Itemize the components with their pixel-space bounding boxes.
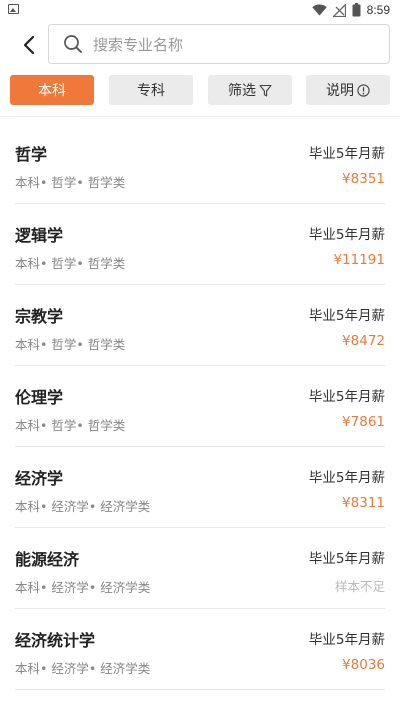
list-item[interactable]: 经济统计学 本科• 经济学• 经济学类 毕业5年月薪 ¥8036 bbox=[0, 609, 400, 690]
image-notification-icon bbox=[8, 4, 19, 14]
list-item[interactable]: 宗教学 本科• 哲学• 哲学类 毕业5年月薪 ¥8472 bbox=[0, 285, 400, 366]
salary-label: 毕业5年月薪 bbox=[308, 308, 385, 324]
signal-off-icon bbox=[332, 3, 346, 17]
major-name: 哲学 bbox=[15, 145, 48, 164]
salary-label: 毕业5年月薪 bbox=[308, 632, 385, 648]
major-name: 经济学 bbox=[15, 469, 64, 488]
tab-junior-college[interactable]: 专科 bbox=[109, 75, 193, 105]
info-icon bbox=[357, 83, 370, 97]
tab-undergraduate[interactable]: 本科 bbox=[10, 75, 94, 105]
salary-label: 毕业5年月薪 bbox=[308, 389, 385, 405]
tab-undergraduate-label: 本科 bbox=[38, 83, 66, 99]
funnel-icon bbox=[259, 84, 272, 97]
info-button[interactable]: 说明 bbox=[306, 75, 390, 105]
salary-value: ¥8036 bbox=[342, 657, 385, 673]
wifi-icon bbox=[311, 4, 327, 16]
salary-label: 毕业5年月薪 bbox=[308, 146, 385, 162]
major-name: 能源经济 bbox=[15, 550, 80, 569]
major-name: 经济统计学 bbox=[15, 631, 96, 650]
major-category: 本科• 经济学• 经济学类 bbox=[15, 499, 151, 514]
back-button[interactable] bbox=[16, 32, 42, 58]
filter-bar: 本科 专科 筛选 说明 bbox=[0, 75, 400, 105]
divider bbox=[0, 116, 400, 117]
search-placeholder: 搜索专业名称 bbox=[93, 35, 184, 54]
salary-value: ¥7861 bbox=[342, 414, 385, 430]
list-item[interactable]: 伦理学 本科• 哲学• 哲学类 毕业5年月薪 ¥7861 bbox=[0, 366, 400, 447]
list-item[interactable]: 哲学 本科• 哲学• 哲学类 毕业5年月薪 ¥8351 bbox=[0, 123, 400, 204]
chevron-left-icon bbox=[23, 35, 35, 55]
salary-value: ¥11191 bbox=[333, 252, 385, 268]
filter-button[interactable]: 筛选 bbox=[208, 75, 292, 105]
salary-value: 样本不足 bbox=[334, 579, 385, 594]
salary-label: 毕业5年月薪 bbox=[308, 227, 385, 243]
major-name: 宗教学 bbox=[15, 307, 64, 326]
search-input[interactable]: 搜索专业名称 bbox=[48, 24, 390, 64]
major-name: 逻辑学 bbox=[15, 226, 64, 245]
salary-value: ¥8311 bbox=[342, 495, 385, 511]
search-icon bbox=[63, 34, 83, 54]
info-button-label: 说明 bbox=[326, 83, 354, 99]
list-item[interactable]: 经济学 本科• 经济学• 经济学类 毕业5年月薪 ¥8311 bbox=[0, 447, 400, 528]
major-category: 本科• 经济学• 经济学类 bbox=[15, 661, 151, 676]
major-category: 本科• 哲学• 哲学类 bbox=[15, 337, 126, 352]
list-item[interactable]: 逻辑学 本科• 哲学• 哲学类 毕业5年月薪 ¥11191 bbox=[0, 204, 400, 285]
battery-icon bbox=[352, 3, 361, 17]
filter-button-label: 筛选 bbox=[228, 83, 256, 99]
salary-value: ¥8351 bbox=[342, 171, 385, 187]
salary-label: 毕业5年月薪 bbox=[308, 551, 385, 567]
major-name: 伦理学 bbox=[15, 388, 64, 407]
major-list: 哲学 本科• 哲学• 哲学类 毕业5年月薪 ¥8351 逻辑学 本科• 哲学• … bbox=[0, 123, 400, 690]
status-bar: 8:59 bbox=[0, 0, 400, 20]
major-category: 本科• 哲学• 哲学类 bbox=[15, 418, 126, 433]
major-category: 本科• 经济学• 经济学类 bbox=[15, 580, 151, 595]
tab-junior-college-label: 专科 bbox=[137, 83, 165, 99]
salary-label: 毕业5年月薪 bbox=[308, 470, 385, 486]
status-time: 8:59 bbox=[366, 3, 390, 17]
salary-value: ¥8472 bbox=[342, 333, 385, 349]
major-category: 本科• 哲学• 哲学类 bbox=[15, 256, 126, 271]
header: 搜索专业名称 bbox=[0, 22, 400, 68]
major-category: 本科• 哲学• 哲学类 bbox=[15, 175, 126, 190]
list-item[interactable]: 能源经济 本科• 经济学• 经济学类 毕业5年月薪 样本不足 bbox=[0, 528, 400, 609]
